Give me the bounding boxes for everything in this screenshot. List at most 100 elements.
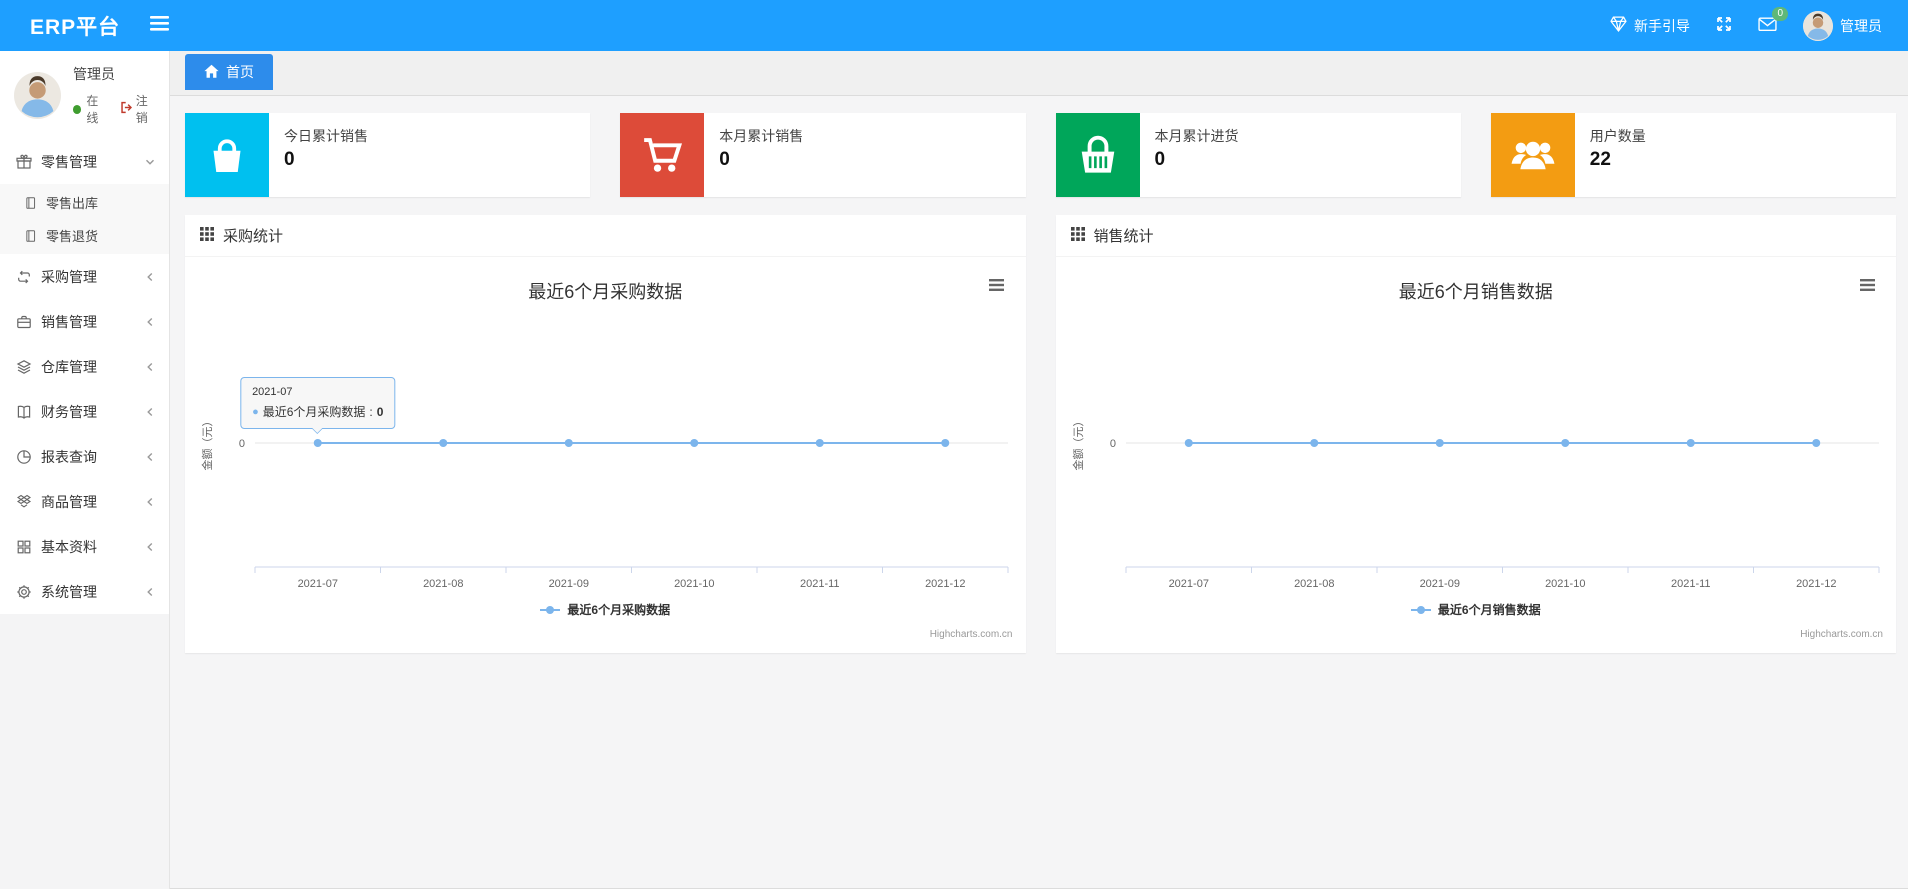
- user-menu[interactable]: 管理员: [1803, 10, 1882, 41]
- tooltip-date: 2021-07: [252, 386, 293, 398]
- panel-title: 销售统计: [1093, 228, 1154, 245]
- sales-stats-panel: 销售统计 0 金额（元） 2021-07 2021-08 2021-09 2021-10 2…: [1055, 215, 1897, 653]
- repeat-icon: [15, 269, 32, 285]
- chart-context-button[interactable]: [1854, 273, 1880, 297]
- sidebar-item-retail-return[interactable]: 零售退货: [0, 219, 169, 252]
- svg-text:金额（元）: 金额（元）: [200, 416, 214, 471]
- stat-card-today-sales: 今日累计销售 0: [185, 113, 591, 197]
- chevron-left-icon: [145, 272, 155, 282]
- app-header: ERP平台 新手引导 0 管理员: [0, 0, 1908, 51]
- briefcase-icon: [15, 314, 32, 330]
- sidebar-item-reports[interactable]: 报表查询: [0, 434, 169, 479]
- erp-app: ERP平台 新手引导 0 管理员 管理员 在线 注销 零售管理 零售出库 零售退…: [0, 0, 1908, 889]
- package-icon: [15, 494, 32, 510]
- sidebar-item-basic-data[interactable]: 基本资料: [0, 524, 169, 569]
- chart-context-button[interactable]: [984, 273, 1010, 297]
- tab-home[interactable]: 首页: [185, 54, 273, 90]
- svg-text:2021-08: 2021-08: [1294, 578, 1334, 590]
- grid-icon: [15, 539, 32, 555]
- sidebar-item-label: 零售管理: [41, 153, 97, 170]
- logout-label: 注销: [135, 94, 148, 125]
- panel-title: 采购统计: [223, 228, 284, 245]
- sidebar-item-label: 系统管理: [41, 583, 97, 600]
- svg-text:2021-11: 2021-11: [1670, 578, 1710, 590]
- svg-text:2021-12: 2021-12: [925, 578, 965, 590]
- dashboard-content: 今日累计销售 0 本月累计销售 0 本月累计进货 0 用户数量 22 采购统计 …: [170, 96, 1908, 653]
- svg-text:2021-07: 2021-07: [1168, 578, 1208, 590]
- legend-marker-icon: [1410, 605, 1431, 614]
- purchase-chart: 0 金额（元） 2021-07 2021-08 2021-09 2021-10 2021-1…: [185, 257, 1026, 653]
- sidebar-background: [0, 614, 169, 889]
- book-open-icon: [15, 404, 32, 420]
- chart-title: 最近6个月销售数据: [1398, 282, 1553, 302]
- tab-bar: 首页: [170, 51, 1908, 96]
- hamburger-icon: [150, 15, 170, 36]
- stat-card-label: 本月累计销售: [719, 128, 804, 144]
- gem-icon: [1610, 16, 1627, 35]
- sidebar-menu: 零售管理 零售出库 零售退货 采购管理 销售管理 仓库管理 财务管理 报表查询 …: [0, 139, 169, 614]
- th-grid-icon: [200, 226, 214, 245]
- chevron-left-icon: [145, 317, 155, 327]
- chevron-left-icon: [145, 587, 155, 597]
- sidebar-item-finance[interactable]: 财务管理: [0, 389, 169, 434]
- sidebar-item-purchase[interactable]: 采购管理: [0, 254, 169, 299]
- main-area: 首页 今日累计销售 0 本月累计销售 0 本月累计进货 0 用户数量 22 采购…: [170, 51, 1908, 889]
- sidebar-item-label: 基本资料: [41, 538, 97, 555]
- highcharts-credits-link[interactable]: Highcharts.com.cn: [1800, 629, 1883, 640]
- gift-icon: [15, 154, 32, 170]
- chevron-left-icon: [145, 407, 155, 417]
- stat-card-month-sales: 本月累计销售 0: [620, 113, 1026, 197]
- legend-item[interactable]: 最近6个月采购数据: [185, 601, 1026, 618]
- svg-text:2021-10: 2021-10: [1545, 578, 1585, 590]
- sidebar-item-warehouse[interactable]: 仓库管理: [0, 344, 169, 389]
- username-label: 管理员: [1840, 17, 1882, 34]
- sidebar-item-retail[interactable]: 零售管理: [0, 139, 169, 184]
- svg-text:0: 0: [239, 438, 245, 450]
- tooltip-series-dot: ●: [252, 405, 259, 418]
- guide-button[interactable]: 新手引导: [1610, 16, 1690, 36]
- chart-title: 最近6个月采购数据: [528, 282, 683, 302]
- svg-text:2021-11: 2021-11: [800, 578, 840, 590]
- avatar: [14, 71, 61, 119]
- shopping-cart-icon: [620, 113, 705, 197]
- stat-card-label: 本月累计进货: [1154, 128, 1239, 144]
- svg-text:2021-12: 2021-12: [1796, 578, 1836, 590]
- sidebar-item-label: 报表查询: [41, 448, 97, 465]
- purchase-stats-panel: 采购统计 0 金额（元） 2021-07 2021-08 2021-09 2021-10 2…: [185, 215, 1026, 653]
- sidebar-item-retail-outbound[interactable]: 零售出库: [0, 186, 169, 219]
- chevron-left-icon: [145, 542, 155, 552]
- chevron-left-icon: [145, 452, 155, 462]
- pie-chart-icon: [15, 449, 32, 465]
- sidebar-item-label: 采购管理: [41, 268, 97, 285]
- legend-item[interactable]: 最近6个月销售数据: [1056, 601, 1897, 618]
- sidebar: 管理员 在线 注销 零售管理 零售出库 零售退货 采购管理 销售管理 仓库管理 …: [0, 51, 170, 889]
- online-status-label: 在线: [86, 94, 99, 125]
- sidebar-item-label: 零售退货: [46, 229, 99, 244]
- sidebar-item-label: 财务管理: [41, 403, 97, 420]
- sign-out-icon: [120, 101, 133, 117]
- shopping-bag-icon: [185, 113, 269, 197]
- stat-cards-row: 今日累计销售 0 本月累计销售 0 本月累计进货 0 用户数量 22: [185, 113, 1896, 197]
- messages-button[interactable]: 0: [1758, 7, 1788, 35]
- panel-header: 采购统计: [185, 215, 1026, 257]
- stat-card-user-count: 用户数量 22: [1490, 113, 1896, 197]
- fullscreen-button[interactable]: [1716, 16, 1732, 35]
- logout-button[interactable]: 注销: [120, 92, 157, 126]
- legend-marker-icon: [540, 605, 561, 614]
- tooltip-value: 0: [376, 404, 384, 419]
- sidebar-item-label: 仓库管理: [41, 358, 97, 375]
- sidebar-item-sales[interactable]: 销售管理: [0, 299, 169, 344]
- highcharts-credits-link[interactable]: Highcharts.com.cn: [930, 629, 1013, 640]
- mail-badge: 0: [1772, 7, 1788, 21]
- layers-icon: [15, 359, 32, 375]
- tooltip-series-name: 最近6个月采购数据: [262, 405, 366, 419]
- tab-home-label: 首页: [226, 64, 254, 80]
- header-nav: 新手引导 0 管理员: [1610, 7, 1908, 41]
- chevron-left-icon: [145, 497, 155, 507]
- sidebar-toggle-button[interactable]: [150, 15, 170, 36]
- stat-card-label: 今日累计销售: [284, 128, 368, 144]
- sidebar-item-system[interactable]: 系统管理: [0, 569, 169, 614]
- stat-card-value: 22: [1589, 149, 1611, 170]
- sidebar-item-goods[interactable]: 商品管理: [0, 479, 169, 524]
- chevron-down-icon: [145, 157, 155, 167]
